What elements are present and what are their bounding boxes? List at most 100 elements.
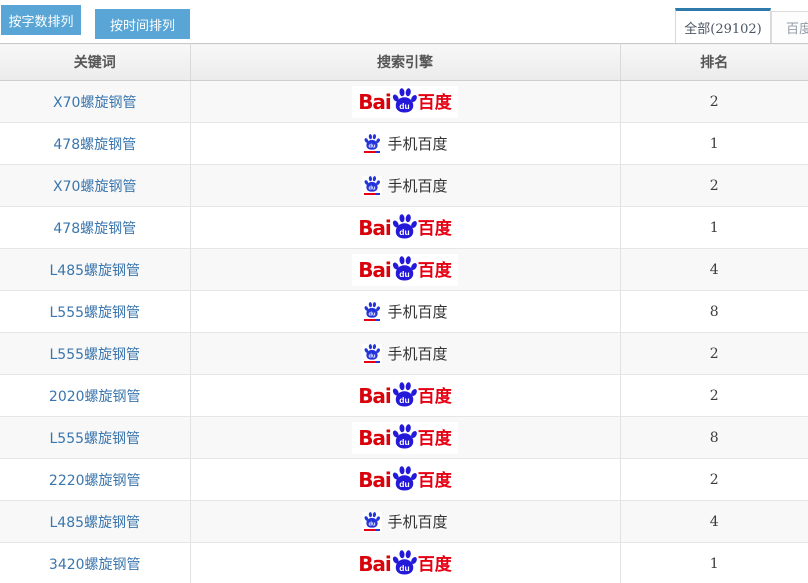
baidu-paw-icon: du [392, 550, 417, 575]
table-row: L555螺旋钢管 du [0, 333, 808, 375]
sort-by-time-button[interactable]: 按时间排列 [95, 9, 190, 39]
baidu-logo-bai-text: Bai [358, 554, 391, 574]
baidu-paw-icon: du [392, 256, 417, 281]
keyword-link[interactable]: L485螺旋钢管 [49, 515, 140, 531]
baidu-paw-icon: du [392, 88, 417, 113]
baidu-logo-bai-text: Bai [358, 428, 391, 448]
baidu-paw-icon: du [392, 382, 417, 407]
keyword-link[interactable]: X70螺旋钢管 [53, 95, 136, 111]
table-row: L485螺旋钢管 Bai du 百度 4 [0, 249, 808, 291]
baidu-logo-cn-text: 百度 [418, 221, 452, 238]
keyword-link[interactable]: 3420螺旋钢管 [49, 557, 141, 573]
keyword-link[interactable]: L555螺旋钢管 [49, 305, 140, 321]
baidu-mobile-underline-blue [375, 361, 380, 363]
baidu-mobile-underline-red [364, 151, 375, 153]
baidu-mobile-icon: du [362, 512, 382, 532]
mobile-baidu-logo: du 手机百度 [362, 301, 447, 322]
table-row: 2020螺旋钢管 Bai du 百度 2 [0, 375, 808, 417]
table-row: 478螺旋钢管 du [0, 123, 808, 165]
keyword-ranking-table: 关键词 搜索引擎 排名 X70螺旋钢管 Bai [0, 43, 808, 583]
baidu-mobile-underline-red [364, 193, 375, 195]
rank-value: 2 [620, 375, 808, 417]
table-row: L555螺旋钢管 du [0, 291, 808, 333]
baidu-mobile-underline-red [364, 529, 375, 531]
table-body: X70螺旋钢管 Bai du 百度 2 [0, 81, 808, 583]
baidu-logo-cn-text: 百度 [418, 263, 452, 280]
mobile-baidu-logo: du 手机百度 [362, 511, 447, 532]
baidu-logo-du-text: du [399, 101, 409, 111]
baidu-logo-cn-text: 百度 [418, 389, 452, 406]
table-row: 3420螺旋钢管 Bai du 百度 1 [0, 543, 808, 583]
baidu-mobile-underline-blue [375, 151, 380, 153]
rank-value: 2 [620, 459, 808, 501]
baidu-mobile-underline-blue [375, 529, 380, 531]
baidu-logo-cn-text: 百度 [418, 557, 452, 574]
table-row: 478螺旋钢管 Bai du 百度 1 [0, 207, 808, 249]
rank-value: 2 [620, 81, 808, 123]
keyword-link[interactable]: L555螺旋钢管 [49, 431, 140, 447]
baidu-logo-du-text: du [399, 437, 409, 447]
svg-text:du: du [369, 185, 377, 191]
baidu-pc-logo: Bai du 百度 [352, 422, 458, 454]
table-row: X70螺旋钢管 Bai du 百度 2 [0, 81, 808, 123]
column-header-engine: 搜索引擎 [190, 44, 620, 81]
baidu-logo-bai-text: Bai [358, 260, 391, 280]
mobile-baidu-logo: du 手机百度 [362, 343, 447, 364]
mobile-baidu-label: 手机百度 [387, 511, 447, 532]
column-header-rank: 排名 [620, 44, 808, 81]
baidu-mobile-icon: du [362, 344, 382, 364]
keyword-link[interactable]: X70螺旋钢管 [53, 179, 136, 195]
column-header-keyword: 关键词 [0, 44, 190, 81]
mobile-baidu-logo: du 手机百度 [362, 133, 447, 154]
sort-by-wordcount-button[interactable]: 按字数排列 [1, 5, 81, 35]
keyword-link[interactable]: 2020螺旋钢管 [49, 389, 141, 405]
baidu-logo-bai-text: Bai [358, 386, 391, 406]
baidu-pc-logo: Bai du 百度 [352, 254, 458, 286]
rank-value: 1 [620, 207, 808, 249]
svg-text:du: du [369, 143, 377, 149]
keyword-link[interactable]: L485螺旋钢管 [49, 263, 140, 279]
table-row: L555螺旋钢管 Bai du 百度 8 [0, 417, 808, 459]
mobile-baidu-label: 手机百度 [387, 343, 447, 364]
baidu-logo-cn-text: 百度 [418, 473, 452, 490]
mobile-baidu-label: 手机百度 [387, 133, 447, 154]
baidu-logo-du-text: du [399, 479, 409, 489]
rank-value: 2 [620, 165, 808, 207]
keyword-link[interactable]: L555螺旋钢管 [49, 347, 140, 363]
baidu-logo-du-text: du [399, 227, 409, 237]
baidu-logo-cn-text: 百度 [418, 95, 452, 112]
rank-value: 4 [620, 501, 808, 543]
baidu-logo-bai-text: Bai [358, 470, 391, 490]
baidu-paw-icon: du [392, 466, 417, 491]
baidu-logo-bai-text: Bai [358, 92, 391, 112]
baidu-mobile-icon: du [362, 134, 382, 154]
rank-value: 1 [620, 543, 808, 583]
mobile-baidu-label: 手机百度 [387, 301, 447, 322]
tab-all[interactable]: 全部(29102) [675, 8, 771, 43]
keyword-link[interactable]: 2220螺旋钢管 [49, 473, 141, 489]
rank-value: 2 [620, 333, 808, 375]
baidu-mobile-underline-blue [375, 193, 380, 195]
baidu-mobile-underline-red [364, 319, 375, 321]
svg-text:du: du [369, 353, 377, 359]
keyword-rank-page: 按字数排列 按时间排列 全部(29102) 百度 关键词 搜索引擎 排名 X70… [0, 0, 808, 583]
svg-text:du: du [369, 521, 377, 527]
rank-value: 8 [620, 291, 808, 333]
tab-baidu[interactable]: 百度 [771, 11, 808, 43]
table-row: L485螺旋钢管 du [0, 501, 808, 543]
keyword-link[interactable]: 478螺旋钢管 [53, 221, 136, 237]
baidu-pc-logo: Bai du 百度 [352, 86, 458, 118]
baidu-logo-du-text: du [399, 563, 409, 573]
rank-value: 4 [620, 249, 808, 291]
rank-value: 8 [620, 417, 808, 459]
keyword-link[interactable]: 478螺旋钢管 [53, 137, 136, 153]
baidu-pc-logo: Bai du 百度 [352, 464, 458, 496]
mobile-baidu-logo: du 手机百度 [362, 175, 447, 196]
svg-text:du: du [369, 311, 377, 317]
baidu-mobile-icon: du [362, 302, 382, 322]
baidu-logo-du-text: du [399, 395, 409, 405]
baidu-mobile-underline-red [364, 361, 375, 363]
baidu-logo-bai-text: Bai [358, 218, 391, 238]
table-row: X70螺旋钢管 du [0, 165, 808, 207]
baidu-pc-logo: Bai du 百度 [352, 548, 458, 580]
